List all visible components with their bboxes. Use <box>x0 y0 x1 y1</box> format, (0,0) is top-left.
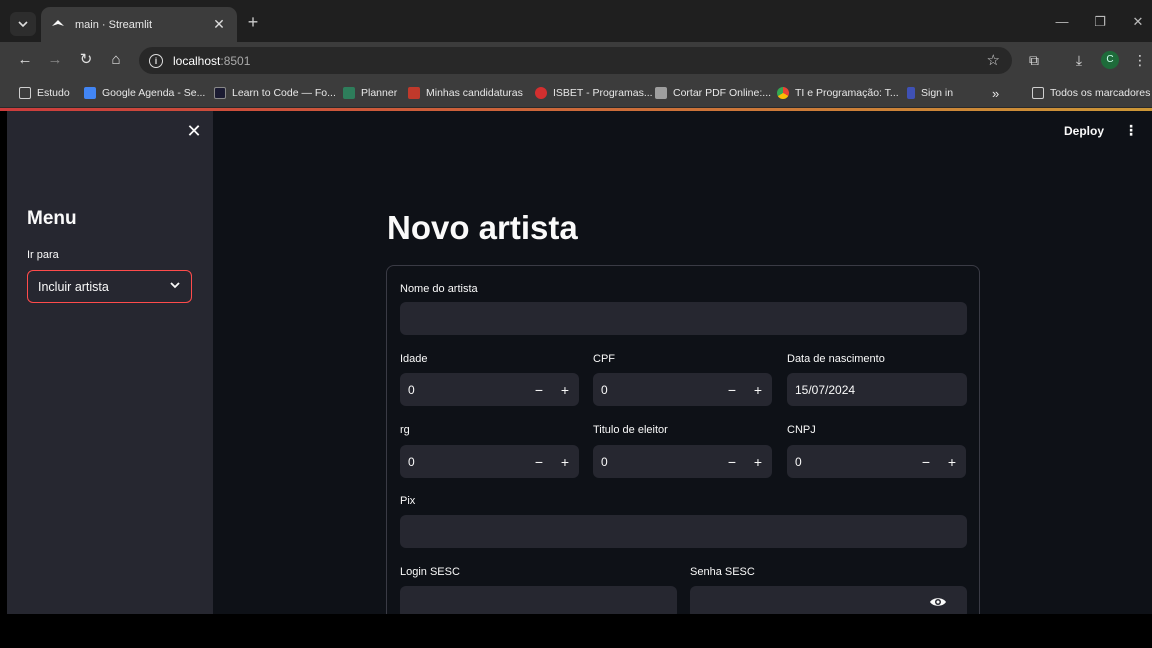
sidebar-title: Menu <box>27 208 77 229</box>
bookmark-all-folders[interactable]: Todos os marcadores <box>1032 85 1150 101</box>
close-tab-icon[interactable]: ✕ <box>211 16 227 33</box>
bookmark-isbet[interactable]: ISBET - Programas... <box>535 85 653 101</box>
app-menu-icon[interactable]: ⋮ <box>1124 122 1138 139</box>
rg-decrement-button[interactable]: − <box>526 445 552 478</box>
idade-value: 0 <box>408 382 415 397</box>
rg-value: 0 <box>408 454 415 469</box>
pix-label: Pix <box>400 495 416 507</box>
folder-icon <box>1032 87 1044 99</box>
rg-number-input[interactable]: 0 − + <box>400 445 579 478</box>
login-label: Login SESC <box>400 566 460 578</box>
nascimento-label: Data de nascimento <box>787 353 885 365</box>
candidaturas-icon <box>408 87 420 99</box>
idade-label: Idade <box>400 353 428 365</box>
sign-in-icon <box>907 87 915 99</box>
profile-avatar[interactable]: C <box>1101 51 1119 69</box>
chevron-down-icon <box>170 282 180 289</box>
window-edge <box>0 111 7 614</box>
senha-password-input[interactable] <box>690 586 967 614</box>
site-info-icon[interactable]: i <box>149 53 163 68</box>
cpf-number-input[interactable]: 0 − + <box>593 373 772 406</box>
show-password-eye-icon[interactable] <box>929 593 947 611</box>
pix-input[interactable] <box>400 515 967 548</box>
bookmark-learn-to-code[interactable]: Learn to Code — Fo... <box>214 85 336 101</box>
new-tab-button[interactable]: + <box>244 13 262 31</box>
cnpj-decrement-button[interactable]: − <box>913 445 939 478</box>
nascimento-date-input[interactable]: 15/07/2024 <box>787 373 967 406</box>
browser-tabbar: main · Streamlit ✕ + — ❐ ✕ <box>0 0 1152 42</box>
bookmark-star-icon[interactable]: ☆ <box>987 51 1000 69</box>
planner-icon <box>343 87 355 99</box>
cpf-label: CPF <box>593 353 615 365</box>
close-window-icon[interactable]: ✕ <box>1128 12 1148 32</box>
more-bookmarks-icon[interactable]: » <box>992 85 999 101</box>
nome-input[interactable] <box>400 302 967 335</box>
senha-label: Senha SESC <box>690 566 755 578</box>
bookmark-cortar-pdf[interactable]: Cortar PDF Online:... <box>655 85 771 101</box>
nascimento-value: 15/07/2024 <box>795 382 856 397</box>
minimize-icon[interactable]: — <box>1052 12 1072 32</box>
cpf-decrement-button[interactable]: − <box>719 373 745 406</box>
extensions-icon[interactable]: ⧉ <box>1025 51 1043 69</box>
folder-icon <box>19 87 31 99</box>
nome-label: Nome do artista <box>400 283 478 295</box>
bottom-letterbox <box>0 614 1152 648</box>
rg-increment-button[interactable]: + <box>552 445 578 478</box>
artist-form: Nome do artista Idade 0 − + CPF 0 − + Da… <box>386 265 980 614</box>
pdf-icon <box>655 87 667 99</box>
bookmark-sign-in[interactable]: Sign in <box>907 85 953 101</box>
streamlit-logo-icon <box>51 18 65 32</box>
home-icon[interactable]: ⌂ <box>106 50 126 70</box>
chevron-down-icon <box>18 20 28 27</box>
streamlit-app: ✕ Menu Ir para Incluir artista Deploy ⋮ … <box>7 111 1152 614</box>
select-label: Ir para <box>27 249 59 261</box>
idade-number-input[interactable]: 0 − + <box>400 373 579 406</box>
restore-icon[interactable]: ❐ <box>1090 12 1110 32</box>
bookmark-google-agenda[interactable]: Google Agenda - Se... <box>84 85 205 101</box>
freecodecamp-icon <box>214 87 226 99</box>
cpf-value: 0 <box>601 382 608 397</box>
cpf-increment-button[interactable]: + <box>745 373 771 406</box>
browser-toolbar: ← → ↻ ⌂ i localhost:8501 ☆ ⧉ ⤓ ⋮ <box>0 42 1152 78</box>
bookmark-ti-programacao[interactable]: TI e Programação: T... <box>777 85 899 101</box>
cnpj-increment-button[interactable]: + <box>939 445 965 478</box>
url-text: localhost:8501 <box>173 53 251 68</box>
titulo-label: Titulo de eleitor <box>593 424 668 436</box>
login-input[interactable] <box>400 586 677 614</box>
close-sidebar-icon[interactable]: ✕ <box>185 122 203 140</box>
chrome-icon <box>777 87 789 99</box>
titulo-increment-button[interactable]: + <box>745 445 771 478</box>
cnpj-value: 0 <box>795 454 802 469</box>
browser-tab-active[interactable]: main · Streamlit ✕ <box>41 7 237 42</box>
bookmark-planner[interactable]: Planner <box>343 85 397 101</box>
sidebar: ✕ Menu Ir para Incluir artista <box>7 111 213 614</box>
reload-icon[interactable]: ↻ <box>76 50 96 70</box>
download-icon[interactable]: ⤓ <box>1070 51 1088 69</box>
isbet-icon <box>535 87 547 99</box>
browser-menu-icon[interactable]: ⋮ <box>1131 51 1149 69</box>
forward-arrow-icon[interactable]: → <box>45 50 65 70</box>
cnpj-label: CNPJ <box>787 424 816 436</box>
page-select[interactable]: Incluir artista <box>27 270 192 303</box>
page-title: Novo artista <box>387 209 578 246</box>
bookmark-folder-estudo[interactable]: Estudo <box>19 85 70 101</box>
bookmarks-bar: Estudo Google Agenda - Se... Learn to Co… <box>0 78 1152 108</box>
idade-decrement-button[interactable]: − <box>526 373 552 406</box>
screen: main · Streamlit ✕ + — ❐ ✕ ← → ↻ ⌂ i loc… <box>0 0 1152 648</box>
calendar-icon <box>84 87 96 99</box>
bookmark-minhas-candidaturas[interactable]: Minhas candidaturas <box>408 85 523 101</box>
tab-title: main · Streamlit <box>75 18 153 31</box>
tab-search-button[interactable] <box>10 12 36 36</box>
titulo-value: 0 <box>601 454 608 469</box>
titulo-number-input[interactable]: 0 − + <box>593 445 772 478</box>
cnpj-number-input[interactable]: 0 − + <box>787 445 966 478</box>
deploy-button[interactable]: Deploy <box>1064 124 1104 138</box>
idade-increment-button[interactable]: + <box>552 373 578 406</box>
select-value: Incluir artista <box>38 279 109 294</box>
back-arrow-icon[interactable]: ← <box>15 50 35 70</box>
rg-label: rg <box>400 424 410 436</box>
app-header-actions: Deploy ⋮ <box>1064 122 1138 139</box>
titulo-decrement-button[interactable]: − <box>719 445 745 478</box>
address-bar[interactable]: i localhost:8501 ☆ <box>139 47 1012 74</box>
